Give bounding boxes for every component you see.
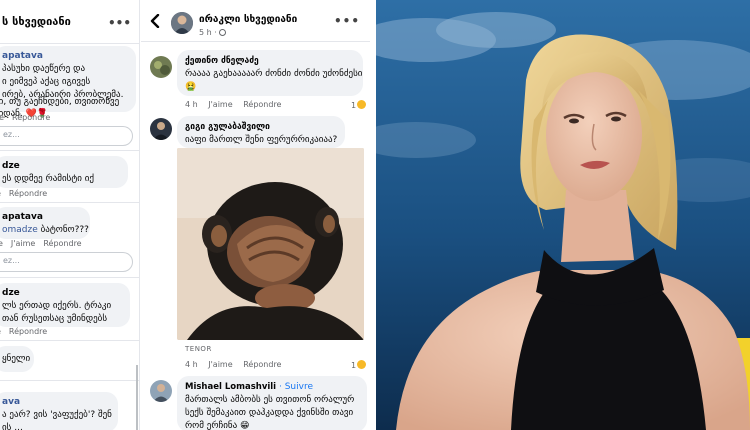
vomit-emoji: 🤮 xyxy=(185,82,197,92)
comment-bubble: ava ა ეარ? ვის 'ვაფუქებ'? შენ ის ... xyxy=(0,392,118,430)
comment-actions: 4 h J'aime Répondre xyxy=(185,100,289,109)
comment-text: ეს დდმეე რამისტი იქ xyxy=(2,174,95,184)
divider xyxy=(0,202,139,203)
reply-link[interactable]: Répondre xyxy=(9,189,47,198)
comment-bubble: ყნელი xyxy=(0,346,34,372)
tv-studio-photo xyxy=(376,0,750,430)
like-link[interactable]: J'aime xyxy=(208,100,232,109)
comment-bubble: dze ეს დდმეე რამისტი იქ xyxy=(0,156,128,188)
comment-text: ბატონო??? xyxy=(40,225,89,235)
more-options-icon[interactable]: ••• xyxy=(108,16,131,30)
reaction-count[interactable]: 1 xyxy=(351,360,367,370)
comment-time: 4 h xyxy=(185,100,198,109)
comment-author[interactable]: dze xyxy=(2,287,122,300)
comment-bubble: Mishael Lomashvili · Suivre მართალს ამბო… xyxy=(177,376,367,430)
more-options-icon[interactable]: ••• xyxy=(334,14,360,28)
comment-actions: e Répondre xyxy=(0,327,55,336)
comment-bubble: ქეთინო ძნელაძე რაააა გაეხააააარ ძონძი ძო… xyxy=(177,50,363,96)
reply-link[interactable]: Répondre xyxy=(243,100,281,109)
grin-emoji: 😁 xyxy=(240,421,250,430)
comment-bubble: dze ლს ერთად იქერს. ტრაკი თან რუსეთსაც უ… xyxy=(0,283,130,327)
post-author-name[interactable]: ირაკლი სხვედიანი xyxy=(199,14,297,25)
back-arrow-icon[interactable] xyxy=(149,14,161,28)
comment-text: იაფი მართლ შენი ფერურრიკაიაა? xyxy=(185,135,338,145)
comment-text: თან რუსეთსაც უმინდებს xyxy=(2,314,108,324)
comment-text: ყნელი xyxy=(2,354,31,364)
left-header-name: ს სხვედიანი xyxy=(2,15,71,28)
reply-link[interactable]: Répondre xyxy=(43,239,81,248)
haha-reaction-icon xyxy=(357,360,367,369)
time-stamp: e xyxy=(0,239,3,248)
comment-author[interactable]: apatava xyxy=(2,211,82,224)
comment-actions: 4 h J'aime Répondre xyxy=(185,360,289,369)
comment-text: ლს ერთად იქერს. ტრაკი xyxy=(2,301,112,311)
like-link[interactable]: J'aime xyxy=(208,360,232,369)
comment-bubble: გიგი გულაბაშვილი იაფი მართლ შენი ფერურრი… xyxy=(177,116,345,148)
facepalm-gif[interactable] xyxy=(177,148,364,340)
post-header: ირაკლი სხვედიანი 5 h · ••• xyxy=(141,0,370,42)
comment-actions: 'aime Répondre xyxy=(0,113,58,122)
comment-text: მართალს ამბობს ეს თვითონ ორალურ xyxy=(185,395,355,405)
woman-portrait-image xyxy=(376,0,750,430)
reply-input[interactable]: ez... xyxy=(0,252,133,272)
comment-text: ა ეარ? ვის 'ვაფუქებ'? შენ xyxy=(2,410,112,420)
comment-actions: e J'aime Répondre xyxy=(0,239,90,248)
divider xyxy=(0,150,139,151)
globe-icon xyxy=(219,29,227,36)
comment-text: რაააა გაეხააააარ ძონძი ძონძი უძონძესი xyxy=(185,69,363,79)
post-time: 5 h · xyxy=(199,28,227,37)
left-comment-panel: ს სხვედიანი ••• apatava პასუხი დაეწერე დ… xyxy=(0,0,140,430)
like-link[interactable]: 'aime xyxy=(0,113,4,122)
comment-text: ის ... xyxy=(2,423,23,430)
like-link[interactable]: e xyxy=(0,189,1,198)
divider xyxy=(0,277,139,278)
comment-author[interactable]: dze xyxy=(2,160,120,173)
reaction-count[interactable]: 1 xyxy=(351,100,367,110)
avatar[interactable] xyxy=(150,380,172,402)
comment-author[interactable]: apatava xyxy=(2,50,128,63)
reply-input[interactable]: ez... xyxy=(0,126,133,146)
mention-link[interactable]: omadze xyxy=(2,225,38,235)
like-link[interactable]: J'aime xyxy=(11,239,35,248)
comment-author[interactable]: ava xyxy=(2,396,110,409)
comment-author[interactable]: გიგი გულაბაშვილი xyxy=(185,121,337,134)
reply-link[interactable]: Répondre xyxy=(243,360,281,369)
divider xyxy=(0,340,139,341)
comment-text: სექს შემაკაით დაჰკადდა ქვინსში თავი xyxy=(185,408,354,418)
reply-link[interactable]: Répondre xyxy=(9,327,47,336)
comment-text: პასუხი დაეწერე და xyxy=(2,64,86,74)
avatar[interactable] xyxy=(171,12,193,34)
comment-time: 4 h xyxy=(185,360,198,369)
avatar[interactable] xyxy=(150,56,172,78)
reply-link[interactable]: Répondre xyxy=(12,113,50,122)
divider xyxy=(0,380,139,381)
comment-actions: e Répondre xyxy=(0,189,55,198)
comment-text: ი ეიმვეპ აქაც იგივეს xyxy=(2,77,91,87)
haha-reaction-icon xyxy=(357,100,367,109)
thread-line xyxy=(136,365,138,430)
comment-text: რომ ერჩინა xyxy=(185,421,238,430)
left-panel-header: ს სხვედიანი ••• xyxy=(0,0,139,44)
comment-author[interactable]: Mishael Lomashvili xyxy=(185,382,276,392)
tenor-label: TENOR xyxy=(185,345,212,353)
comment-author[interactable]: ქეთინო ძნელაძე xyxy=(185,55,355,68)
like-link[interactable]: e xyxy=(0,327,1,336)
comment-text: ბი, თუ გაეჩნდები, თვითონვე xyxy=(0,97,120,107)
follow-link[interactable]: · Suivre xyxy=(279,382,313,392)
avatar[interactable] xyxy=(150,118,172,140)
post-comments-panel: ირაკლი სხვედიანი 5 h · ••• ქეთინო ძნელაძ… xyxy=(141,0,370,430)
comment-bubble: apatava omadze ბატონო??? xyxy=(0,207,90,239)
